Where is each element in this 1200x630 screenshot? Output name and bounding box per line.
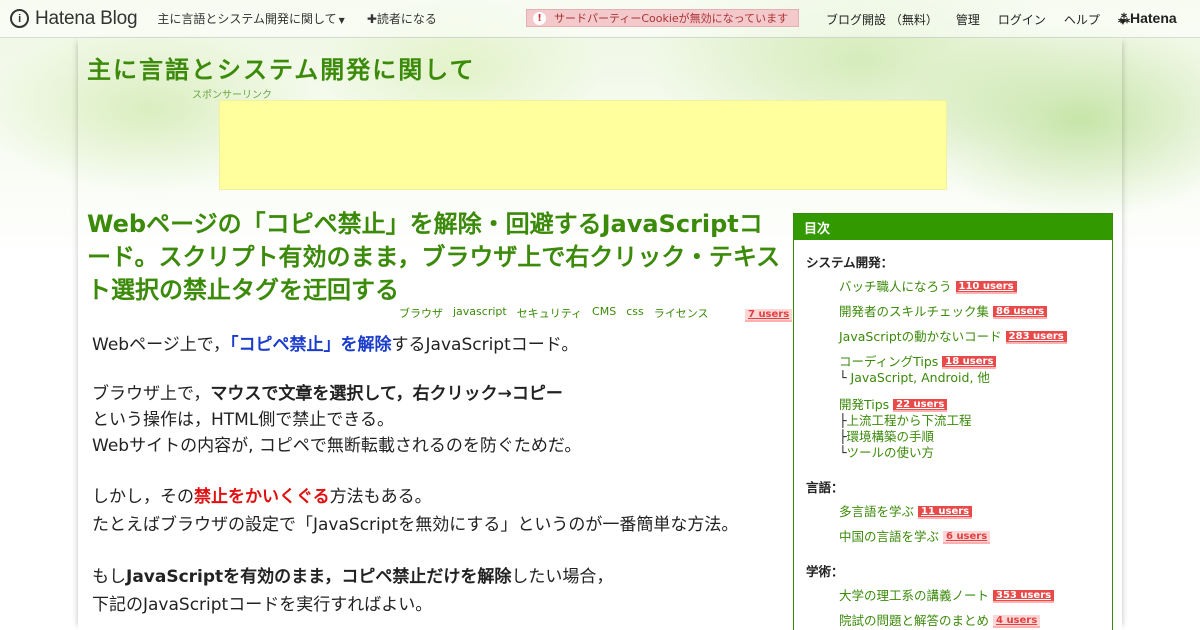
- tree-mark: ├: [839, 429, 847, 444]
- sponsor-label: スポンサーリンク: [192, 90, 272, 101]
- toc-sidebar: 目次 システム開発： バッチ職人になろう 110 users 開発者のスキルチェ…: [793, 213, 1113, 630]
- paragraph: もしJavaScriptを有効のまま，コピペ禁止だけを解除したい場合， 下記のJ…: [92, 563, 782, 619]
- sidebar-body: システム開発： バッチ職人になろう 110 users 開発者のスキルチェック集…: [794, 240, 1112, 630]
- toc-link[interactable]: バッチ職人になろう: [839, 279, 952, 294]
- caret-down-icon: ▼: [338, 16, 345, 25]
- tag-link[interactable]: ブラウザ: [399, 305, 443, 321]
- blog-title[interactable]: 主に言語とシステム開発に関して: [87, 50, 476, 85]
- cookie-warning-banner[interactable]: ! サードパーティーCookieが無効になっています: [526, 9, 799, 27]
- article-title[interactable]: Webページの「コピペ禁止」を解除・回避するJavaScriptコード。スクリプ…: [87, 208, 782, 307]
- cookie-warning-text: サードパーティーCookieが無効になっています: [554, 12, 789, 25]
- toc-item[interactable]: 中国の言語を学ぶ 6 users: [839, 529, 1100, 545]
- hatena-logo-icon: i: [10, 9, 29, 28]
- toc-link[interactable]: 大学の理工系の講義ノート: [839, 588, 989, 603]
- topbar-right-nav: ブログ開設 （無料） 管理 ログイン ヘルプ ▼: [826, 0, 1162, 38]
- text: したい場合，: [511, 567, 614, 587]
- users-badge[interactable]: 18 users: [942, 356, 997, 369]
- toc-link[interactable]: 開発Tips: [839, 397, 889, 412]
- toc-subitem[interactable]: └ツールの使い方: [839, 445, 1100, 461]
- sidebar-heading: 目次: [794, 214, 1112, 240]
- toc-item[interactable]: JavaScriptの動かないコード 283 users: [839, 329, 1100, 345]
- subscribe-button[interactable]: ✚読者になる: [367, 10, 437, 27]
- text: しかし，その: [92, 487, 194, 507]
- toc-subitem[interactable]: ├上流工程から下流工程: [839, 413, 1100, 429]
- tree-mark: └: [839, 370, 847, 385]
- users-badge[interactable]: 4 users: [993, 615, 1041, 628]
- bold-text: JavaScriptを有効のまま，コピペ禁止だけを解除: [126, 567, 512, 587]
- toc-link[interactable]: 環境構築の手順: [847, 429, 935, 444]
- text: Webページ上で，: [92, 335, 231, 355]
- text: たとえばブラウザの設定で「JavaScriptを無効にする」というのが一番簡単な…: [92, 515, 739, 535]
- text: 下記のJavaScriptコードを実行すればよい。: [92, 595, 433, 615]
- text: もし: [92, 567, 126, 587]
- category-label: システム開発：: [806, 255, 894, 270]
- tree-mark: └: [839, 445, 847, 460]
- tag-link[interactable]: ライセンス: [654, 305, 709, 321]
- manage-link[interactable]: 管理: [956, 11, 980, 28]
- article-body: Webページ上で，「コピペ禁止」を解除するJavaScriptコード。 ブラウザ…: [92, 333, 782, 630]
- category-label: 言語：: [806, 480, 844, 495]
- text: という操作は，HTML側で禁止できる。: [92, 410, 394, 430]
- hatena-grid-icon: ⁂: [1118, 12, 1130, 26]
- toc-item[interactable]: コーディングTips 18 users: [839, 354, 1100, 370]
- category-label: 学術：: [806, 564, 844, 579]
- warning-icon: !: [533, 11, 546, 25]
- users-badge[interactable]: 283 users: [1005, 331, 1067, 344]
- tag-link[interactable]: CMS: [592, 305, 616, 321]
- open-blog-link[interactable]: ブログ開設 （無料）: [826, 11, 938, 28]
- highlight-text: 「コピペ禁止」を解除: [230, 335, 392, 355]
- logo-text: Hatena Blog: [35, 7, 138, 29]
- text: するJavaScriptコード。: [391, 335, 579, 355]
- toc-link[interactable]: 上流工程から下流工程: [847, 413, 972, 428]
- blog-menu-dropdown[interactable]: 主に言語とシステム開発に関して ▼: [157, 10, 344, 27]
- toc-link[interactable]: JavaScriptの動かないコード: [839, 329, 1002, 344]
- users-badge[interactable]: 86 users: [993, 306, 1048, 319]
- toc-link[interactable]: コーディングTips: [839, 354, 938, 369]
- highlight-text: 禁止をかいくぐる: [194, 487, 330, 507]
- toc-link[interactable]: 中国の言語を学ぶ: [839, 529, 939, 544]
- article-tags: ブラウザ javascript セキュリティ CMS css ライセンス: [399, 305, 709, 321]
- users-badge[interactable]: 11 users: [918, 506, 973, 519]
- hatena-menu-button[interactable]: ⁂Hatena: [1118, 10, 1177, 26]
- toc-item[interactable]: 開発Tips 22 users: [839, 397, 1100, 413]
- toc-item[interactable]: 院試の問題と解答のまとめ 4 users: [839, 613, 1100, 629]
- toc-subitem[interactable]: └ JavaScript, Android, 他: [839, 370, 1100, 386]
- users-badge[interactable]: 22 users: [893, 399, 948, 412]
- subscribe-label: 読者になる: [376, 12, 437, 26]
- users-badge[interactable]: 6 users: [943, 531, 991, 544]
- article-bookmark-count[interactable]: 7 users: [745, 305, 793, 324]
- paragraph: しかし，その禁止をかいくぐる方法もある。 たとえばブラウザの設定で「JavaSc…: [92, 483, 782, 539]
- users-badge[interactable]: 353 users: [993, 590, 1055, 603]
- tree-mark: ├: [839, 413, 847, 428]
- tag-link[interactable]: セキュリティ: [517, 305, 582, 321]
- toc-link[interactable]: 院試の問題と解答のまとめ: [839, 613, 989, 628]
- text: Webサイトの内容が, コピペで無断転載されるのを防ぐためだ。: [92, 436, 582, 456]
- users-badge[interactable]: 110 users: [955, 281, 1017, 294]
- toc-item[interactable]: 大学の理工系の講義ノート 353 users: [839, 588, 1100, 604]
- bold-text: マウスで文章を選択して，右クリック→コピー: [210, 384, 563, 404]
- blog-menu-label: 主に言語とシステム開発に関して: [157, 12, 337, 26]
- paragraph: Webページ上で，「コピペ禁止」を解除するJavaScriptコード。: [92, 333, 782, 357]
- text: ブラウザ上で，: [92, 384, 211, 404]
- users-badge: 7 users: [745, 309, 793, 322]
- toc-link[interactable]: 多言語を学ぶ: [839, 504, 914, 519]
- ad-banner[interactable]: [219, 100, 947, 190]
- toc-item[interactable]: 多言語を学ぶ 11 users: [839, 504, 1100, 520]
- plus-icon: ✚: [366, 12, 377, 26]
- hatena-blog-logo[interactable]: i Hatena Blog: [10, 7, 138, 30]
- paragraph: ブラウザ上で，マウスで文章を選択して，右クリック→コピー という操作は，HTML…: [92, 381, 782, 459]
- help-label: ヘルプ: [1063, 12, 1100, 27]
- toc-subitem[interactable]: ├環境構築の手順: [839, 429, 1100, 445]
- tag-link[interactable]: javascript: [453, 305, 507, 321]
- toc-link[interactable]: 開発者のスキルチェック集: [839, 304, 989, 319]
- tag-link[interactable]: css: [626, 305, 644, 321]
- toc-item[interactable]: バッチ職人になろう 110 users: [839, 279, 1100, 295]
- text: 方法もある。: [329, 487, 432, 507]
- toc-link[interactable]: ツールの使い方: [847, 445, 935, 460]
- toc-item[interactable]: 開発者のスキルチェック集 86 users: [839, 304, 1100, 320]
- toc-link[interactable]: JavaScript, Android, 他: [851, 370, 990, 385]
- hatena-label: Hatena: [1130, 10, 1177, 26]
- login-link[interactable]: ログイン: [998, 11, 1046, 28]
